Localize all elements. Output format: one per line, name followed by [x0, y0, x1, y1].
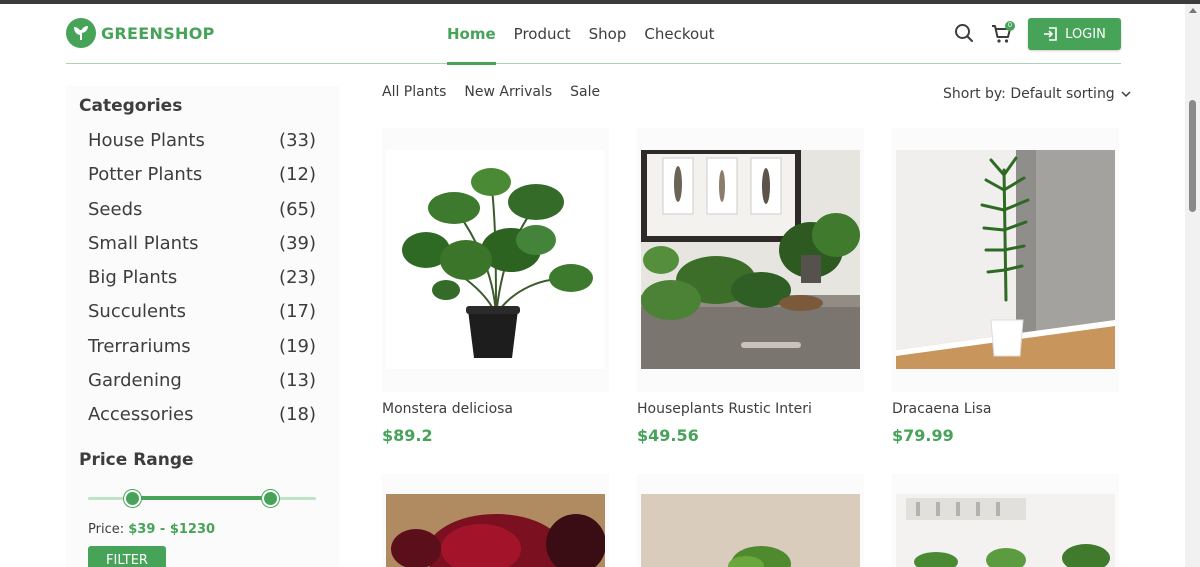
login-button[interactable]: LOGIN	[1028, 18, 1121, 50]
category-count: (39)	[279, 232, 316, 254]
page-scrollbar[interactable]	[1185, 4, 1200, 567]
category-label: Succulents	[88, 301, 186, 323]
category-label: Gardening	[88, 370, 182, 392]
brand-logo[interactable]: GREENSHOP	[66, 18, 215, 48]
price-range-slider[interactable]	[88, 488, 316, 508]
category-item[interactable]: House Plants (33)	[88, 127, 316, 161]
product-image[interactable]	[641, 150, 860, 369]
product-name[interactable]: Dracaena Lisa	[892, 401, 991, 417]
category-list: House Plants (33) Potter Plants (12) Seeds…	[88, 127, 316, 436]
nav-shop[interactable]: Shop	[589, 4, 627, 64]
nav-product[interactable]: Product	[514, 4, 571, 64]
slider-fill	[133, 496, 271, 500]
product-price: $49.56	[637, 426, 699, 445]
product-image[interactable]	[386, 494, 605, 567]
category-count: (23)	[279, 267, 316, 289]
category-item[interactable]: Potter Plants (12)	[88, 161, 316, 195]
category-count: (17)	[279, 301, 316, 323]
category-item[interactable]: Trerrariums (19)	[88, 333, 316, 367]
scrollbar-thumb[interactable]	[1189, 100, 1196, 212]
site-header: GREENSHOP Home Product Shop Checkout 0 L…	[66, 4, 1121, 65]
category-count: (18)	[279, 404, 316, 426]
product-image[interactable]	[896, 150, 1115, 369]
category-label: House Plants	[88, 130, 205, 151]
product-card[interactable]	[382, 474, 609, 567]
category-label: Big Plants	[88, 267, 178, 289]
category-label: Potter Plants	[88, 164, 203, 186]
product-card[interactable]: Houseplants Rustic Interi $49.56	[637, 128, 864, 445]
category-item[interactable]: Seeds (65)	[88, 196, 316, 230]
chevron-down-icon	[1121, 90, 1131, 98]
product-tabs: All Plants New Arrivals Sale	[382, 84, 618, 100]
price-prefix: Price:	[88, 522, 125, 537]
category-count: (19)	[279, 335, 316, 357]
category-item[interactable]: Gardening (13)	[88, 367, 316, 401]
product-price: $79.99	[892, 426, 954, 445]
product-image-frame	[637, 128, 864, 392]
category-label: Accessories	[88, 404, 194, 426]
category-item[interactable]: Small Plants (39)	[88, 230, 316, 264]
brand-name: GREENSHOP	[101, 23, 215, 43]
category-item[interactable]: Succulents (17)	[88, 298, 316, 332]
category-count: (12)	[279, 164, 316, 186]
product-card[interactable]: Monstera deliciosa $89.2	[382, 128, 609, 445]
cart-icon[interactable]: 0	[991, 21, 1015, 45]
login-icon	[1043, 26, 1059, 42]
product-card[interactable]	[892, 474, 1119, 567]
categories-title: Categories	[79, 96, 183, 116]
product-image[interactable]	[896, 494, 1115, 567]
product-card[interactable]	[637, 474, 864, 567]
price-value: $39 - $1230	[128, 522, 216, 537]
tab-new-arrivals[interactable]: New Arrivals	[464, 84, 552, 100]
nav-checkout[interactable]: Checkout	[644, 4, 714, 64]
product-image-frame	[892, 128, 1119, 392]
search-icon[interactable]	[954, 23, 974, 43]
category-label: Seeds	[88, 198, 143, 220]
price-range-title: Price Range	[79, 450, 194, 470]
filter-button[interactable]: FILTER	[88, 546, 166, 567]
category-count: (33)	[279, 130, 316, 151]
slider-max-handle[interactable]	[262, 490, 279, 507]
sort-label: Short by: Default sorting	[943, 86, 1115, 102]
product-image[interactable]	[386, 150, 605, 369]
product-name[interactable]: Houseplants Rustic Interi	[637, 401, 812, 417]
price-readout: Price: $39 - $1230	[88, 522, 215, 537]
slider-min-handle[interactable]	[124, 490, 141, 507]
product-card[interactable]: Dracaena Lisa $79.99	[892, 128, 1119, 445]
category-count: (65)	[279, 198, 316, 220]
category-item[interactable]: Big Plants (23)	[88, 264, 316, 298]
leaf-logo-icon	[66, 18, 96, 48]
sort-dropdown[interactable]: Short by: Default sorting	[943, 86, 1131, 102]
category-label: Trerrariums	[88, 335, 191, 357]
category-label: Small Plants	[88, 232, 199, 254]
nav-home[interactable]: Home	[447, 4, 496, 65]
cart-count-badge: 0	[1005, 21, 1015, 31]
product-price: $89.2	[382, 426, 433, 445]
product-image[interactable]	[641, 494, 860, 567]
tab-all-plants[interactable]: All Plants	[382, 84, 446, 100]
main-nav: Home Product Shop Checkout	[447, 4, 733, 65]
scroll-up-arrow-icon[interactable]	[1189, 8, 1197, 13]
tab-sale[interactable]: Sale	[570, 84, 600, 100]
sidebar: Categories House Plants (33) Potter Plant…	[66, 86, 339, 567]
login-label: LOGIN	[1065, 26, 1106, 42]
category-item[interactable]: Accessories (18)	[88, 401, 316, 435]
product-name[interactable]: Monstera deliciosa	[382, 401, 513, 417]
category-count: (13)	[279, 370, 316, 392]
product-image-frame	[382, 128, 609, 392]
